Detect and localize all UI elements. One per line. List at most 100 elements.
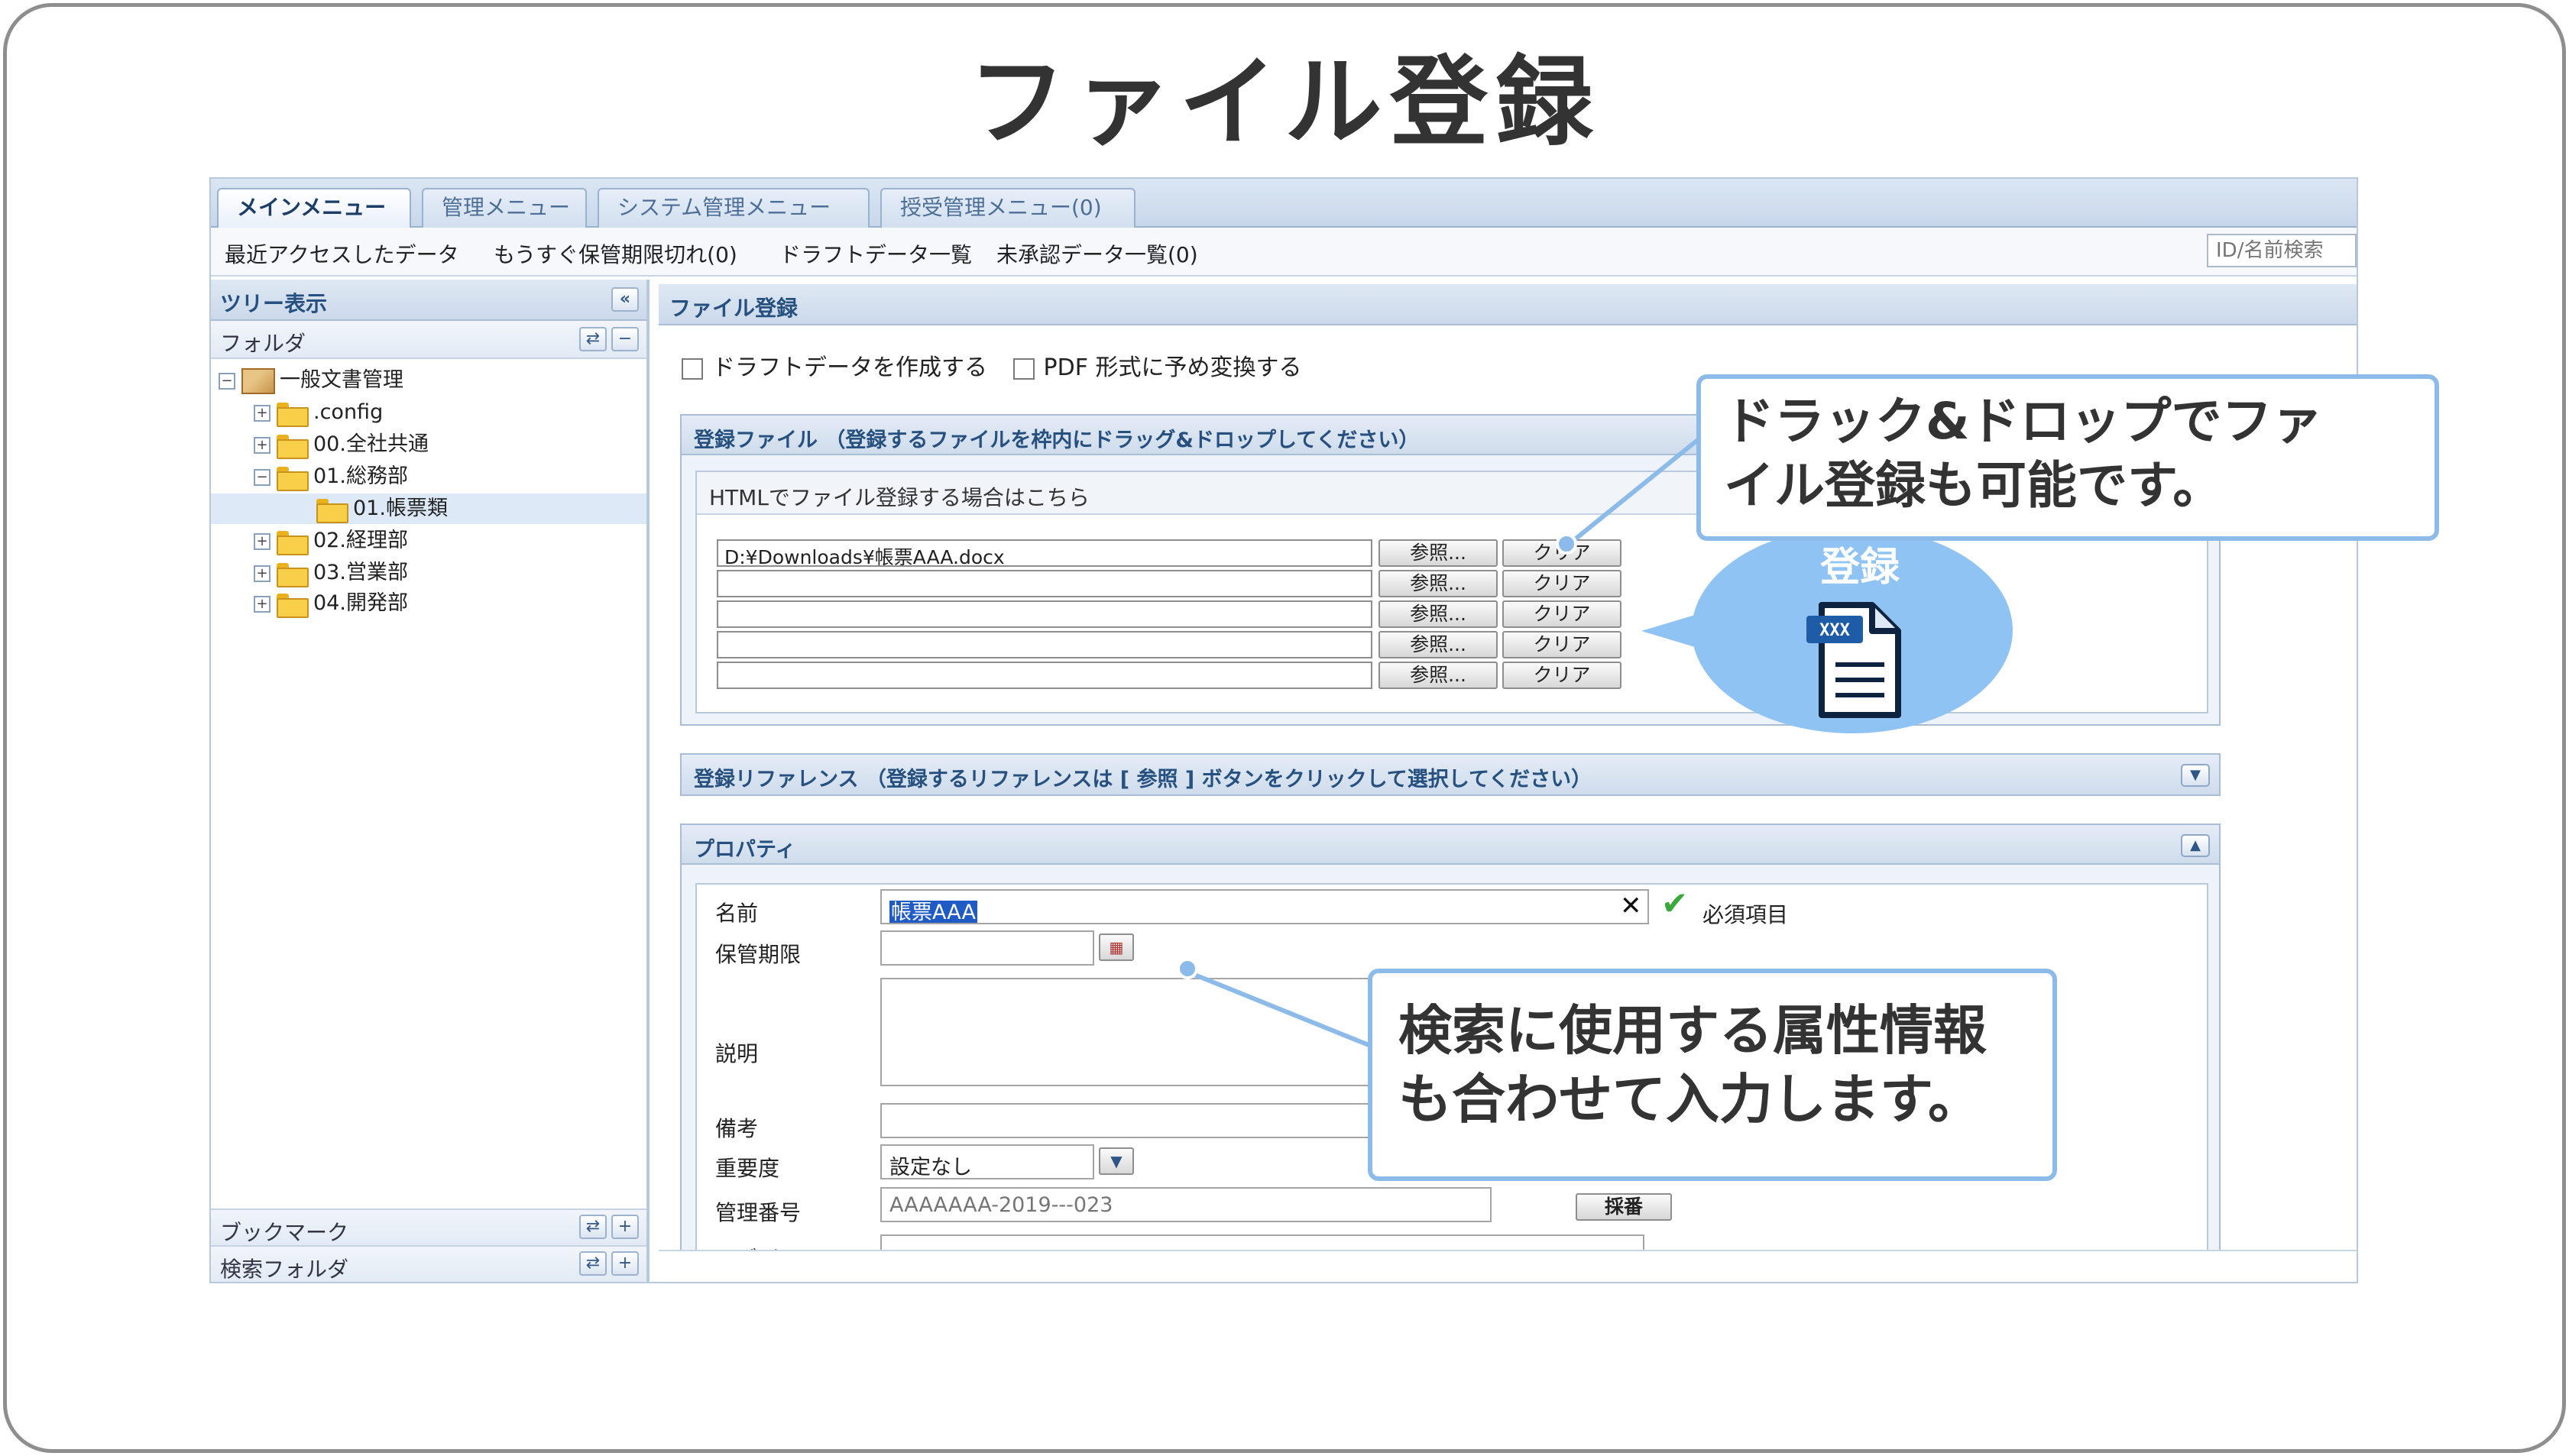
tree-item-forms[interactable]: 01.帳票類 bbox=[211, 493, 646, 524]
name-input[interactable]: 帳票AAA bbox=[880, 889, 1649, 924]
collapse-icon[interactable]: − bbox=[254, 468, 271, 486]
management-number-input[interactable] bbox=[880, 1187, 1492, 1222]
chevron-down-icon[interactable]: ▼ bbox=[1099, 1147, 1134, 1175]
browse-button[interactable]: 参照... bbox=[1378, 539, 1498, 567]
folder-icon bbox=[277, 530, 309, 555]
retention-date-input[interactable] bbox=[880, 930, 1094, 966]
reference-section-header[interactable]: 登録リファレンス （登録するリファレンスは [ 参照 ] ボタンをクリックして選… bbox=[682, 755, 2219, 794]
main-header: ファイル登録 bbox=[659, 284, 2357, 325]
folder-icon bbox=[277, 434, 309, 459]
pdf-checkbox[interactable] bbox=[1012, 358, 1035, 380]
file-path-input[interactable] bbox=[717, 631, 1372, 658]
folder-header-label: フォルダ bbox=[220, 331, 306, 356]
tree-item-development[interactable]: +04.開発部 bbox=[254, 588, 408, 619]
file-path-input[interactable] bbox=[717, 662, 1372, 689]
draft-checkbox[interactable] bbox=[682, 358, 703, 380]
collapse-section-icon[interactable]: ▲ bbox=[2181, 834, 2210, 857]
tab-system-admin-menu[interactable]: システム管理メニュー bbox=[598, 188, 870, 228]
box-icon bbox=[241, 367, 275, 394]
expand-icon[interactable]: + bbox=[254, 595, 271, 613]
tree-panel-title: ツリー表示 bbox=[220, 291, 328, 316]
collapse-icon[interactable]: − bbox=[219, 372, 235, 390]
number-label: 管理番号 bbox=[715, 1200, 802, 1225]
tab-main-menu[interactable]: メインメニュー bbox=[217, 188, 411, 228]
tree-item-general-affairs[interactable]: −01.総務部 bbox=[254, 461, 408, 492]
browse-button[interactable]: 参照... bbox=[1378, 662, 1498, 689]
number-assign-button[interactable]: 採番 bbox=[1576, 1193, 1672, 1221]
minus-icon[interactable]: − bbox=[611, 327, 639, 351]
bookmark-header[interactable]: ブックマーク ⇄ + bbox=[211, 1208, 646, 1245]
drag-drop-callout-text: ドラック&ドロップでファ イル登録も可能です。 bbox=[1724, 392, 2323, 515]
check-icon: ✔ bbox=[1661, 885, 1689, 922]
attribute-callout: 検索に使用する属性情報 も合わせて入力します。 bbox=[1368, 969, 2057, 1181]
browse-button[interactable]: 参照... bbox=[1378, 570, 1498, 597]
tab-admin-menu[interactable]: 管理メニュー bbox=[422, 188, 587, 228]
quick-links-bar: 最近アクセスしたデータ もうすぐ保管期限切れ(0) ドラフトデータ一覧 未承認デ… bbox=[211, 228, 2357, 277]
recent-access-link[interactable]: 最近アクセスしたデータ bbox=[225, 238, 459, 269]
clear-input-icon[interactable]: ✕ bbox=[1620, 891, 1642, 921]
drag-drop-pointer-dot bbox=[1556, 533, 1577, 555]
plus-icon[interactable]: + bbox=[611, 1215, 639, 1239]
description-label: 説明 bbox=[715, 1041, 759, 1066]
property-section-title: プロパティ bbox=[694, 838, 796, 862]
clear-button[interactable]: クリア bbox=[1502, 662, 1621, 689]
expand-icon[interactable]: + bbox=[254, 565, 271, 582]
folder-icon bbox=[277, 593, 309, 618]
name-value: 帳票AAA bbox=[889, 901, 977, 924]
expand-icon[interactable]: + bbox=[254, 404, 271, 422]
plus-icon[interactable]: + bbox=[611, 1251, 639, 1276]
remarks-label: 備考 bbox=[715, 1116, 759, 1141]
pdf-checkbox-label: PDF 形式に予め変換する bbox=[1043, 354, 1302, 381]
refresh-icon[interactable]: ⇄ bbox=[579, 1251, 607, 1276]
file-path-input[interactable] bbox=[717, 570, 1372, 597]
clear-button[interactable]: クリア bbox=[1502, 570, 1621, 597]
expiring-soon-link[interactable]: もうすぐ保管期限切れ(0) bbox=[494, 238, 737, 269]
id-name-search-input[interactable] bbox=[2207, 234, 2357, 267]
folder-icon bbox=[316, 498, 348, 523]
refresh-icon[interactable]: ⇄ bbox=[579, 327, 607, 351]
collapse-panel-icon[interactable]: « bbox=[611, 287, 639, 312]
unapproved-list-link[interactable]: 未承認データ一覧(0) bbox=[996, 238, 1198, 269]
tree-item-common[interactable]: +00.全社共通 bbox=[254, 429, 429, 460]
tree-root[interactable]: − 一般文書管理 bbox=[219, 365, 403, 396]
folder-icon bbox=[277, 562, 309, 587]
property-section-header: プロパティ ▲ bbox=[682, 825, 2219, 865]
tree-panel: ツリー表示 « フォルダ ⇄ − − 一般文書管理 + .config +00.全社… bbox=[211, 280, 650, 1282]
browse-button[interactable]: 参照... bbox=[1378, 631, 1498, 658]
attribute-pointer-dot bbox=[1177, 958, 1198, 979]
file-path-input[interactable] bbox=[717, 600, 1372, 628]
menu-tab-bar: メインメニュー 管理メニュー システム管理メニュー 授受管理メニュー(0) bbox=[211, 179, 2357, 228]
tab-transfer-menu[interactable]: 授受管理メニュー(0) bbox=[880, 188, 1135, 228]
upload-section-title: 登録ファイル （登録するファイルを枠内にドラッグ&ドロップしてください） bbox=[694, 429, 1420, 452]
reference-section-title: 登録リファレンス （登録するリファレンスは [ 参照 ] ボタンをクリックして選… bbox=[694, 768, 1592, 791]
slide-title: ファイル登録 bbox=[967, 46, 1601, 160]
tree-item-sales[interactable]: +03.営業部 bbox=[254, 558, 408, 588]
importance-select[interactable]: 設定なし bbox=[880, 1144, 1094, 1179]
document-icon: XXX bbox=[1806, 602, 1901, 718]
folder-icon bbox=[277, 402, 309, 427]
reference-section: 登録リファレンス （登録するリファレンスは [ 参照 ] ボタンをクリックして選… bbox=[680, 753, 2221, 796]
file-path-input[interactable]: D:¥Downloads¥帳票AAA.docx bbox=[717, 539, 1372, 567]
main-footer bbox=[659, 1250, 2357, 1282]
clear-button[interactable]: クリア bbox=[1502, 600, 1621, 628]
required-label: 必須項目 bbox=[1702, 902, 1789, 927]
draft-list-link[interactable]: ドラフトデータ一覧 bbox=[779, 238, 972, 269]
doc-icon-text: XXX bbox=[1819, 621, 1850, 640]
browse-button[interactable]: 参照... bbox=[1378, 600, 1498, 628]
tree-item-accounting[interactable]: +02.経理部 bbox=[254, 526, 408, 556]
calendar-icon[interactable]: ▦ bbox=[1099, 933, 1134, 961]
folder-open-icon bbox=[277, 466, 309, 491]
clear-button[interactable]: クリア bbox=[1502, 631, 1621, 658]
expand-icon[interactable]: + bbox=[254, 532, 271, 550]
expand-section-icon[interactable]: ▼ bbox=[2181, 764, 2210, 787]
option-row: ドラフトデータを作成する PDF 形式に予め変換する bbox=[682, 348, 1302, 382]
retention-label: 保管期限 bbox=[715, 942, 802, 967]
tree-item-config[interactable]: + .config bbox=[254, 397, 383, 428]
expand-icon[interactable]: + bbox=[254, 436, 271, 454]
name-label: 名前 bbox=[715, 901, 759, 926]
search-folder-header[interactable]: 検索フォルダ ⇄ + bbox=[211, 1245, 646, 1282]
refresh-icon[interactable]: ⇄ bbox=[579, 1215, 607, 1239]
drag-drop-callout: ドラック&ドロップでファ イル登録も可能です。 bbox=[1696, 374, 2439, 541]
attribute-callout-text: 検索に使用する属性情報 も合わせて入力します。 bbox=[1398, 999, 1987, 1131]
importance-label: 重要度 bbox=[715, 1156, 780, 1181]
